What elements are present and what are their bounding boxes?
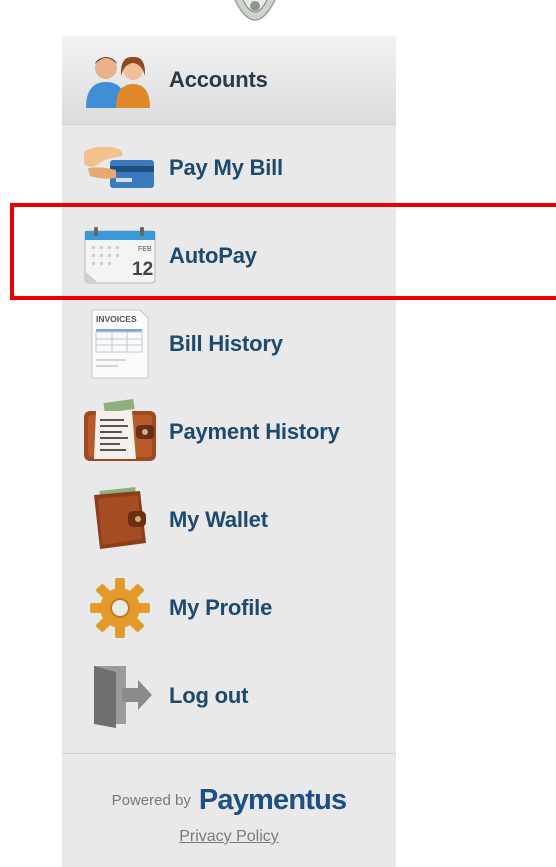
svg-text:12: 12 bbox=[132, 259, 153, 280]
sidebar: Accounts Pay My Bill FEB 12 AutoPay INVO… bbox=[62, 36, 396, 867]
nav-label-log-out: Log out bbox=[169, 683, 249, 708]
nav-label-autopay: AutoPay bbox=[169, 243, 257, 268]
credit-card-hand-icon bbox=[82, 136, 158, 200]
gear-icon bbox=[82, 576, 158, 640]
footer: Powered by Paymentus Privacy Policy bbox=[62, 754, 396, 867]
powered-by: Powered by Paymentus bbox=[62, 784, 396, 817]
invoice-icon: INVOICES bbox=[82, 309, 158, 379]
nav-label-payment-history: Payment History bbox=[169, 419, 340, 444]
nav-item-my-wallet[interactable]: My Wallet bbox=[62, 476, 396, 564]
nav-item-payment-history[interactable]: Payment History bbox=[62, 388, 396, 476]
nav-label-bill-history: Bill History bbox=[169, 331, 283, 356]
powered-by-text: Powered by bbox=[111, 792, 191, 809]
nav-item-pay-my-bill[interactable]: Pay My Bill bbox=[62, 124, 396, 212]
nav-item-accounts[interactable]: Accounts bbox=[62, 36, 396, 125]
emblem-icon bbox=[234, 0, 276, 21]
svg-text:FEB: FEB bbox=[138, 246, 152, 253]
nav-item-bill-history[interactable]: INVOICES Bill History bbox=[62, 300, 396, 388]
nav-item-log-out[interactable]: Log out bbox=[62, 652, 396, 740]
svg-text:INVOICES: INVOICES bbox=[96, 314, 137, 324]
users-icon bbox=[82, 48, 158, 112]
nav-label-my-wallet: My Wallet bbox=[169, 507, 268, 532]
privacy-policy-link[interactable]: Privacy Policy bbox=[62, 828, 396, 846]
logout-door-icon bbox=[82, 664, 158, 728]
calendar-icon: FEB 12 bbox=[82, 224, 158, 288]
nav-label-pay-my-bill: Pay My Bill bbox=[169, 155, 283, 180]
paymentus-logo[interactable]: Paymentus bbox=[199, 784, 347, 816]
nav-label-my-profile: My Profile bbox=[169, 595, 273, 620]
nav-item-my-profile[interactable]: My Profile bbox=[62, 564, 396, 652]
wallet-icon bbox=[82, 487, 158, 552]
wallet-receipt-icon bbox=[82, 399, 158, 464]
nav-label-accounts: Accounts bbox=[169, 67, 268, 92]
nav-item-autopay[interactable]: FEB 12 AutoPay bbox=[62, 212, 396, 300]
